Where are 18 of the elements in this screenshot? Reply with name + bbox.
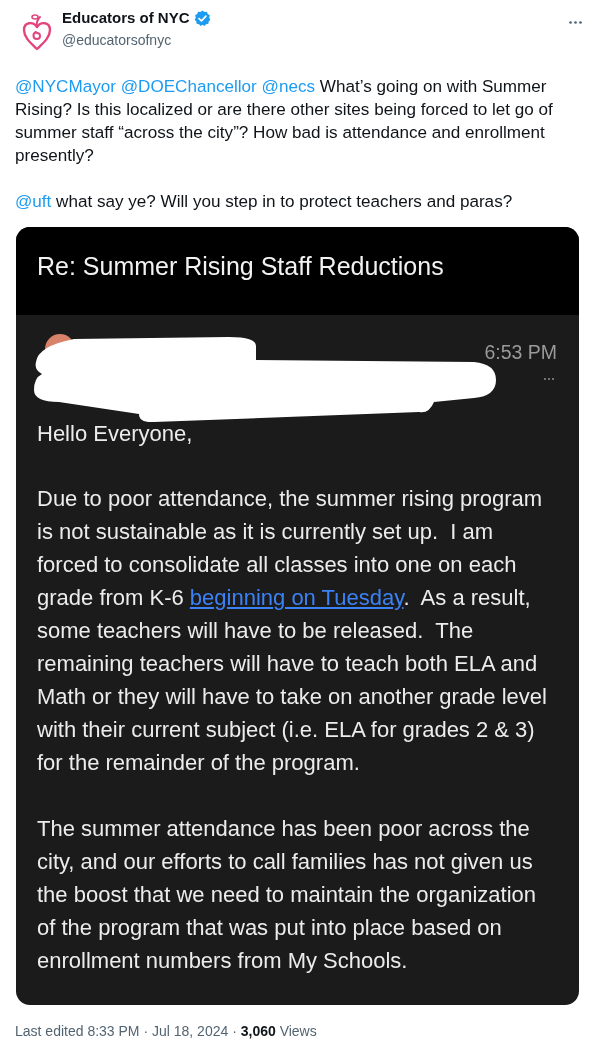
email-link[interactable]: beginning on Tuesday — [189, 585, 404, 610]
author-handle[interactable]: @educatorsofnyc — [62, 30, 211, 50]
email-paragraph: Due to poor attendance, the summer rising program is not sustainable as it is currently set up. I am forced to consolidate all classes into one on each grade from K-6 beginning on Tuesday. As a result, some teachers will have to be released. The remaining teachers will have to teach both ELA and Math or they will have to take on another grade level with their current subject (i.e. ELA for grades 2 & 3) for the remainder of the program. — [37, 485, 548, 777]
mention-link[interactable]: @DOEChancellor — [120, 77, 257, 96]
more-icon[interactable] — [543, 377, 555, 381]
heart-logo-icon — [22, 13, 52, 51]
email-time: 6:53 PM — [484, 341, 557, 363]
mention-link[interactable]: @NYCMayor — [15, 77, 116, 96]
mention-link[interactable]: @uft — [15, 192, 52, 211]
email-paragraph: The summer attendance has been poor across the city, and our efforts to call families has not given us the boost that we need to maintain the organization of the program that was put into place based on enrollment numbers from My Schools. — [37, 815, 537, 975]
more-icon[interactable] — [568, 20, 583, 25]
tweet-meta: Last edited 8:33 PM · Jul 18, 2024 · 3,060 Views — [15, 1022, 318, 1041]
tweet-text: @NYCMayor @DOEChancellor @necs What’s going on with Summer Rising? Is this localized or are there other sites being forced to let go of summer staff “across the city”? How bad is attendance and enrollment presently? — [15, 76, 554, 167]
tweet-text: @uft what say ye? Will you step in to protect teachers and paras? — [15, 191, 514, 213]
mention-link[interactable]: @necs — [261, 77, 315, 96]
author-name[interactable]: Educators of NYC — [62, 8, 190, 28]
email-subject: Re: Summer Rising Staff Reductions — [37, 251, 445, 281]
email-greeting: Hello Everyone, — [37, 420, 194, 448]
